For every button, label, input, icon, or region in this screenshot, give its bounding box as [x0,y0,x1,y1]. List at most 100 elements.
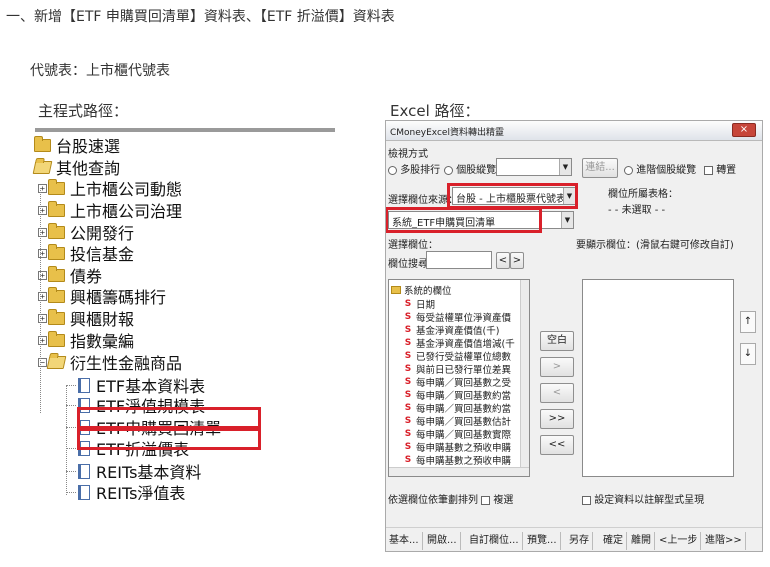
folder-icon [48,308,65,325]
checkbox-icon [582,495,591,505]
up-arrow-icon[interactable]: ↑ [740,311,756,333]
field-label: 已發行受益權單位總數 [416,352,512,363]
tree-item[interactable]: 其他查詢 [32,156,120,178]
system-field-icon: S [403,377,413,387]
tree-item[interactable]: + 上市櫃公司治理 [38,199,182,221]
chevron-down-icon: ▼ [561,212,573,228]
transpose-checkbox[interactable]: 轉置 [704,161,736,176]
dialog-bottom-button[interactable]: 另存 [566,532,593,550]
tree-item[interactable]: + 指數彙編 [38,329,134,351]
move-all-right-button[interactable]: >> [540,409,574,429]
field-list-item[interactable]: S 基金淨資產價值增減(千 [403,337,515,350]
tree-item[interactable]: + 興櫃籌碼排行 [38,285,166,307]
multi-select-label: 複選 [493,495,514,506]
field-list-item[interactable]: S 每申購／買回基數實際 [403,428,511,441]
advanced-label: 進階個股縱覽 [636,165,697,176]
down-arrow-icon[interactable]: ↓ [740,343,756,365]
field-root[interactable]: 系統的欄位 [391,284,452,297]
tree-item[interactable]: REITs淨值表 [78,481,185,500]
tree-item[interactable]: + 公開發行 [38,221,134,243]
sort-label: 依選欄位依筆劃排列 [388,495,478,506]
next-arrow-button[interactable]: > [510,252,524,269]
dialog-bottom-button[interactable]: 自訂欄位... [466,532,523,550]
tree-item[interactable]: + 債券 [38,264,102,286]
mode-label: 檢視方式 [388,149,428,160]
tree-connector [66,471,76,472]
tree-connector [40,188,41,413]
dialog-bottom-button[interactable]: 確定 [600,532,627,550]
field-label: 每申購／買回基數約當 [416,404,512,415]
folder-icon [48,265,65,282]
field-list-item[interactable]: S 每申購基數之預收申購 [403,454,512,467]
tree-item-label: 興櫃籌碼排行 [70,288,167,307]
tree-item-label: 興櫃財報 [70,310,135,329]
sort-checkbox[interactable]: 依選欄位依筆劃排列 複選 [388,491,513,506]
dialog-bottom-button[interactable]: <上一步 [656,532,702,550]
stock-combo[interactable]: ▼ [496,158,572,176]
field-label: 每申購／買回基數約當 [416,391,512,402]
document-icon [78,463,90,479]
move-right-button[interactable]: > [540,357,574,377]
available-fields-list[interactable]: 系統的欄位 S 日期 S 每受益權單位淨資產價 S 基金淨資產價值(千) S 基金淨資產價值增… [388,279,530,477]
move-left-button[interactable]: < [540,383,574,403]
system-field-icon: S [403,390,413,400]
field-list-item[interactable]: S 每受益權單位淨資產價 [403,311,511,324]
transpose-label: 轉置 [716,165,737,176]
note-checkbox[interactable]: 設定資料以註解型式呈現 [582,491,704,506]
dialog-titlebar: CMoneyExcel資料轉出精靈 × [386,121,762,141]
field-list-item[interactable]: S 每申購基數之預收申購 [403,441,511,454]
main-path-label: 主程式路徑： [38,102,129,120]
tree-connector [66,448,76,449]
radio-icon [624,165,633,175]
system-field-icon: S [403,364,413,374]
dialog-bottom-button[interactable]: 離開 [628,532,655,550]
folder-icon [391,286,401,294]
tree-item[interactable]: + 興櫃財報 [38,307,134,329]
tree-item[interactable]: + 投信基金 [38,242,134,264]
dialog-bottom-button[interactable]: 開啟... [424,532,461,550]
tree-item[interactable]: + 上市櫃公司動態 [38,177,182,199]
belong-value: - - 未選取 - - [608,205,666,216]
system-field-icon: S [403,325,413,335]
tree-item[interactable]: REITs基本資料 [78,460,201,482]
vertical-scrollbar[interactable] [520,280,529,476]
advanced-radio[interactable]: 進階個股縱覽 [624,161,696,176]
multi-stock-radio[interactable]: 多股排行 [388,161,440,176]
clear-button[interactable]: 空白 [540,331,574,351]
dialog-bottom-button[interactable]: 基本... [386,532,423,550]
system-field-icon: S [403,429,413,439]
system-field-icon: S [403,455,413,465]
field-label: 每申購基數之預收申購 [416,456,512,467]
dialog-bottom-button[interactable]: 預覽... [524,532,561,550]
dialog-bottom-button[interactable]: 進階>> [702,532,746,550]
tree-item-label: REITs淨值表 [96,484,186,500]
field-list-item[interactable]: S 與前日已發行單位差異 [403,363,511,376]
tree-item-label: 上市櫃公司動態 [70,180,183,199]
source-highlight [447,183,578,209]
display-fields-list[interactable] [582,279,734,477]
field-list-item[interactable]: S 基金淨資產價值(千) [403,324,499,337]
open-folder-icon [46,355,67,369]
prev-arrow-button[interactable]: < [496,252,510,269]
field-list-item[interactable]: S 日期 [403,298,435,311]
connect-button[interactable]: 連結... [582,158,618,178]
field-list-item[interactable]: S 每申購／買回基數約當 [403,402,512,415]
field-list-item[interactable]: S 每申購／買回基數約當 [403,389,512,402]
field-label: 每申購／買回基數估計 [416,417,512,428]
tree-item[interactable]: 台股速選 [34,134,120,156]
field-search-input[interactable] [426,251,492,269]
single-stock-radio[interactable]: 個股縱覽 [444,161,496,176]
field-list-item[interactable]: S 每申購／買回基數之受 [403,376,511,389]
open-folder-icon [32,160,53,174]
tree-item-label: 台股速選 [56,137,121,156]
folder-icon [48,200,65,217]
tree-item-label: 指數彙編 [70,332,135,351]
tree-item[interactable]: − 衍生性金融商品 [38,351,182,373]
close-icon[interactable]: × [732,123,756,137]
move-all-left-button[interactable]: << [540,435,574,455]
document-icon [78,377,90,393]
horizontal-scrollbar[interactable] [389,467,529,476]
field-list-item[interactable]: S 每申購／買回基數估計 [403,415,512,428]
system-field-icon: S [403,403,413,413]
field-list-item[interactable]: S 已發行受益權單位總數 [403,350,512,363]
